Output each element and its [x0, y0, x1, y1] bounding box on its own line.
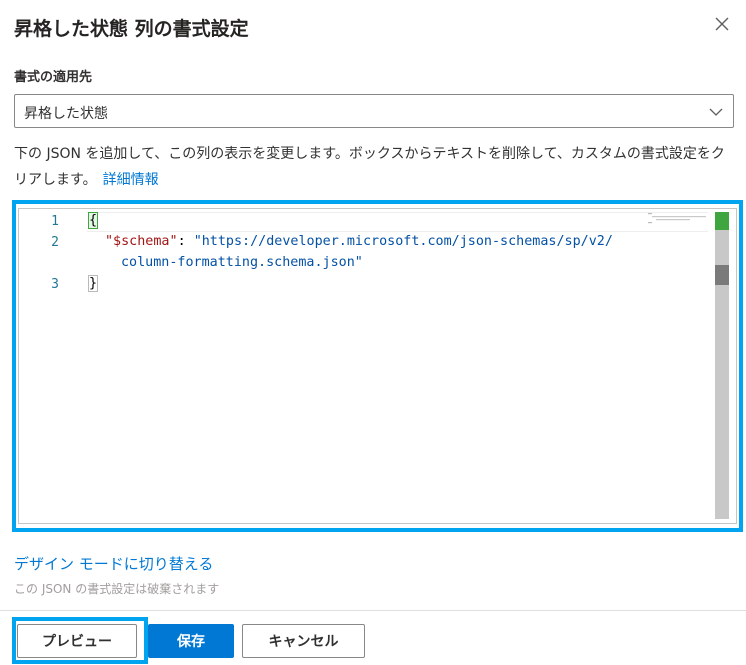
close-button[interactable]	[708, 10, 736, 38]
scrollbar-thumb[interactable]	[715, 212, 729, 230]
learn-more-link[interactable]: 詳細情報	[103, 172, 159, 188]
current-line-highlight	[87, 212, 708, 232]
schema-key: "$schema"	[105, 234, 178, 249]
schema-value: "https://developer.microsoft.com/json-sc…	[193, 234, 613, 249]
cancel-button[interactable]: キャンセル	[242, 624, 365, 658]
footer-divider	[0, 610, 746, 611]
save-button[interactable]: 保存	[148, 624, 234, 658]
apply-to-dropdown[interactable]: 昇格した状態	[14, 94, 734, 128]
vertical-scrollbar[interactable]	[715, 212, 729, 519]
scrollbar-marker	[715, 265, 729, 285]
switch-to-design-mode-link[interactable]: デザイン モードに切り替える	[14, 553, 213, 574]
chevron-down-icon	[709, 108, 723, 116]
code-line-3: }	[87, 275, 99, 292]
line-number: 1	[51, 214, 59, 229]
discard-note: この JSON の書式設定は破棄されます	[14, 582, 220, 596]
close-brace: }	[87, 275, 99, 292]
colon: :	[177, 234, 194, 249]
apply-to-label: 書式の適用先	[14, 70, 93, 85]
code-line-1: {	[87, 212, 99, 229]
minimap[interactable]	[648, 212, 710, 226]
code-line-2: "$schema": "https://developer.microsoft.…	[105, 234, 613, 249]
preview-button[interactable]: プレビュー	[17, 624, 137, 658]
code-line-2-wrap: column-formatting.schema.json"	[121, 255, 363, 270]
json-editor[interactable]: 1 2 3 { "$schema": "https://developer.mi…	[18, 208, 737, 524]
schema-value-wrap: column-formatting.schema.json"	[121, 255, 363, 270]
apply-to-selected-value: 昇格した状態	[24, 106, 108, 122]
json-editor-frame: 1 2 3 { "$schema": "https://developer.mi…	[12, 200, 743, 532]
panel-title: 昇格した状態 列の書式設定	[14, 18, 249, 40]
line-number: 2	[51, 235, 59, 250]
line-number: 3	[51, 277, 59, 292]
open-brace: {	[87, 212, 99, 229]
description: 下の JSON を追加して、この列の表示を変更します。ボックスからテキストを削除…	[14, 141, 730, 193]
close-icon	[715, 17, 729, 31]
